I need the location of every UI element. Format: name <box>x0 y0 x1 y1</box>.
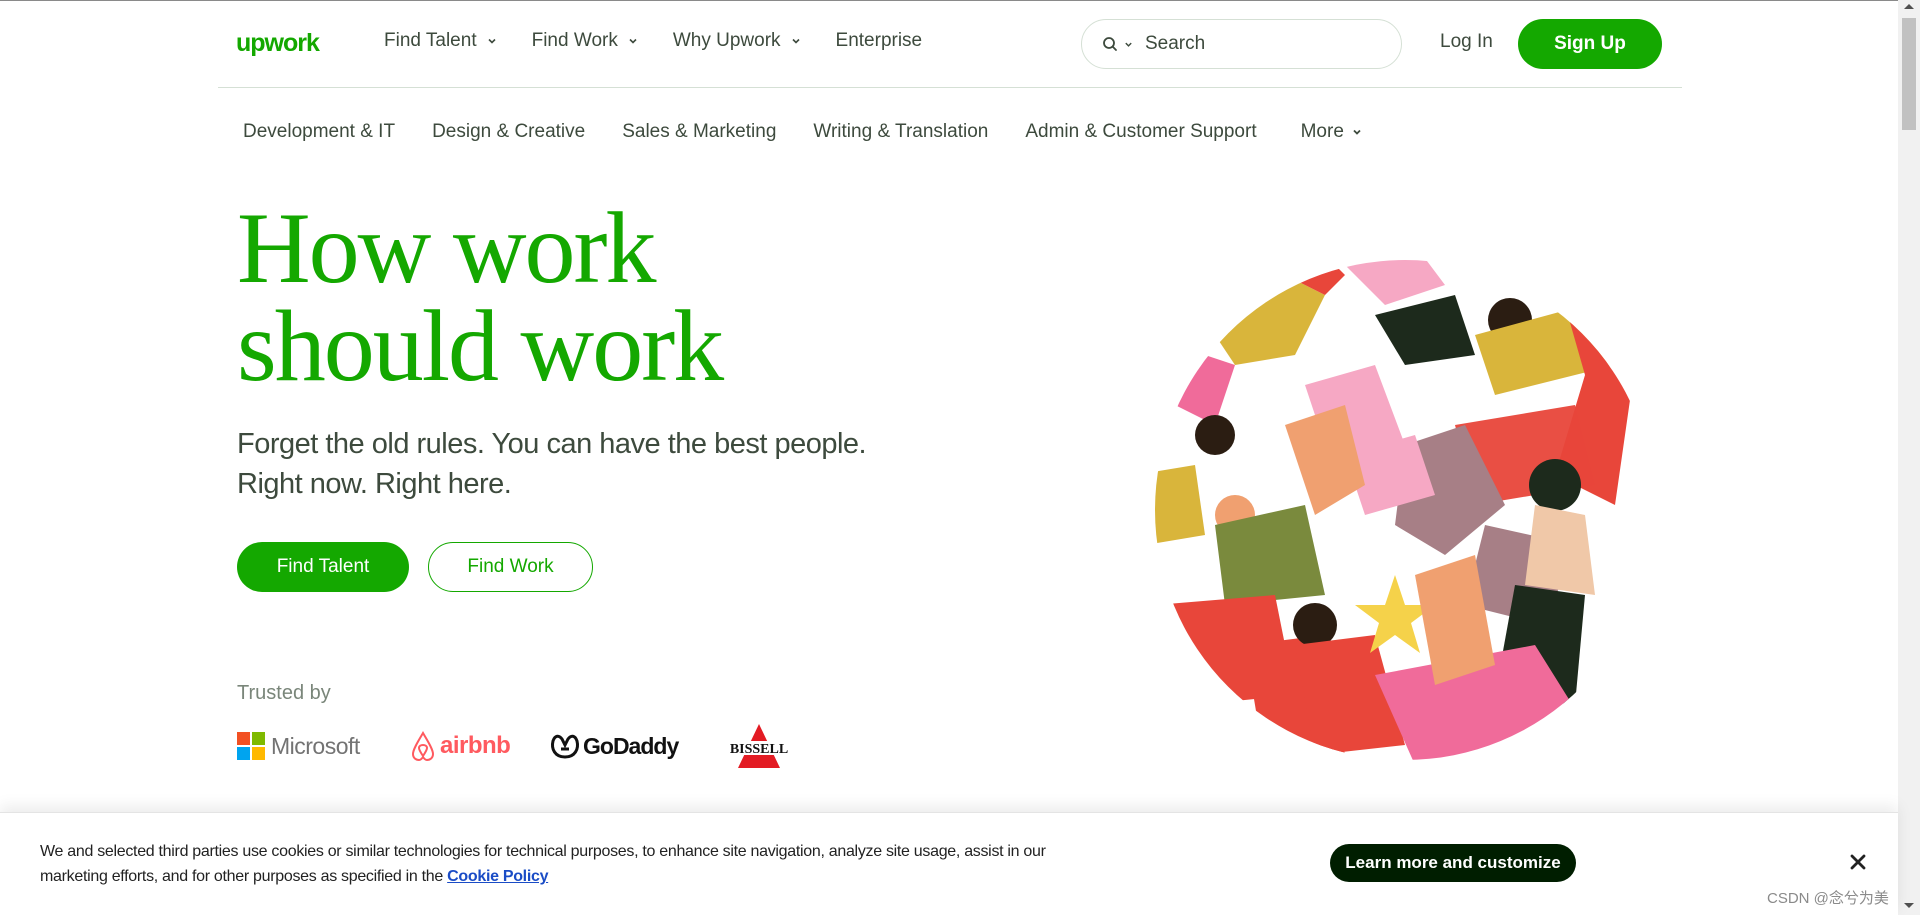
nav-why-upwork[interactable]: Why Upwork <box>673 30 801 52</box>
category-bar: Development & IT Design & Creative Sales… <box>243 121 1399 143</box>
nav-find-work[interactable]: Find Work <box>532 30 638 52</box>
scroll-up-arrow-icon[interactable] <box>1904 4 1914 9</box>
nav-why-upwork-label: Why Upwork <box>672 30 781 51</box>
nav-enterprise[interactable]: Enterprise <box>836 30 923 52</box>
nav-find-work-label: Find Work <box>531 30 618 51</box>
category-more-label: More <box>1300 121 1344 142</box>
airbnb-belo-icon <box>411 730 435 762</box>
hero-subtitle: Forget the old rules. You can have the b… <box>237 424 917 504</box>
cookie-policy-link[interactable]: Cookie Policy <box>447 868 548 885</box>
godaddy-icon <box>551 734 579 759</box>
hero-title-line2: should work <box>237 290 724 403</box>
scrollbar-thumb[interactable] <box>1902 18 1916 130</box>
godaddy-wordmark: GoDaddy <box>583 732 679 759</box>
airbnb-wordmark: airbnb <box>440 732 511 759</box>
hero-subtitle-line1: Forget the old rules. You can have the b… <box>237 428 867 460</box>
category-sales-marketing[interactable]: Sales & Marketing <box>622 121 776 143</box>
scroll-down-arrow-icon[interactable] <box>1904 903 1914 908</box>
learn-more-customize-button[interactable]: Learn more and customize <box>1330 844 1576 882</box>
hero-subtitle-line2: Right now. Right here. <box>237 468 512 500</box>
main-nav: Find Talent Find Work Why Upwork Enterpr… <box>384 30 957 52</box>
category-development-it[interactable]: Development & IT <box>243 121 395 143</box>
microsoft-logo: Microsoft <box>237 728 360 764</box>
category-admin-support[interactable]: Admin & Customer Support <box>1025 121 1256 143</box>
svg-text:BISSELL: BISSELL <box>730 742 788 757</box>
chevron-down-icon <box>488 38 496 44</box>
airbnb-logo: airbnb <box>408 728 511 764</box>
category-design-creative[interactable]: Design & Creative <box>432 121 585 143</box>
login-link[interactable]: Log In <box>1440 31 1493 53</box>
chevron-down-icon[interactable] <box>1124 40 1133 49</box>
search-box[interactable] <box>1081 19 1402 69</box>
search-icon[interactable] <box>1102 36 1118 52</box>
csdn-watermark: CSDN @念兮为美 <box>1767 890 1889 907</box>
find-work-button[interactable]: Find Work <box>428 542 593 592</box>
category-writing-translation[interactable]: Writing & Translation <box>813 121 988 143</box>
site-header: upwork Find Talent Find Work Why Upwork … <box>218 0 1682 88</box>
chevron-down-icon <box>1353 129 1361 135</box>
hero-title-line1: How work <box>237 192 656 305</box>
nav-find-talent[interactable]: Find Talent <box>384 30 497 52</box>
chevron-down-icon <box>629 38 637 44</box>
category-more[interactable]: More <box>1301 121 1362 143</box>
hero-title: How work should work <box>237 192 937 403</box>
nav-enterprise-label: Enterprise <box>835 30 923 51</box>
microsoft-squares-icon <box>237 732 265 760</box>
microsoft-wordmark: Microsoft <box>271 732 360 759</box>
cookie-banner: We and selected third parties use cookie… <box>0 812 1898 915</box>
bissell-emblem-icon: BISSELL <box>724 724 794 768</box>
find-talent-button[interactable]: Find Talent <box>237 542 409 592</box>
godaddy-logo: GoDaddy <box>549 728 679 764</box>
cookie-text: We and selected third parties use cookie… <box>40 839 1050 889</box>
hero-illustration <box>1155 260 1635 760</box>
page-scrollbar[interactable] <box>1898 0 1920 915</box>
chevron-down-icon <box>791 38 800 44</box>
trusted-by-label: Trusted by <box>237 682 331 704</box>
close-icon[interactable] <box>1847 851 1869 873</box>
upwork-logo[interactable]: upwork <box>236 27 328 61</box>
nav-find-talent-label: Find Talent <box>384 30 477 51</box>
search-input[interactable] <box>1145 33 1345 55</box>
bissell-logo: BISSELL <box>724 724 794 768</box>
svg-text:upwork: upwork <box>236 29 320 57</box>
signup-button[interactable]: Sign Up <box>1518 19 1662 69</box>
